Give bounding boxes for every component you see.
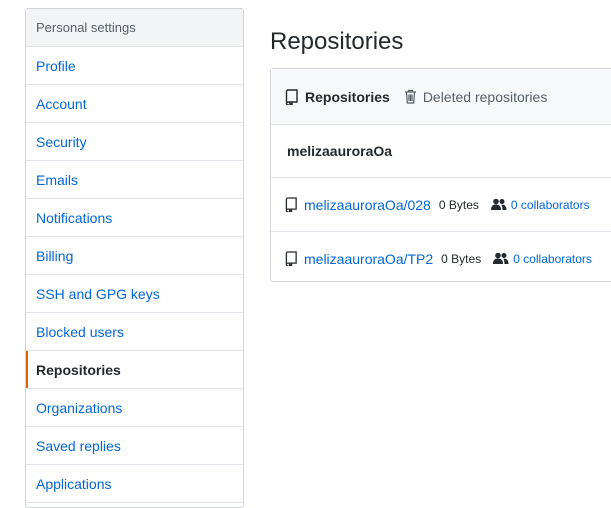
sidebar-item-saved-replies[interactable]: Saved replies [26,427,243,465]
tab-repositories-label: Repositories [305,88,390,105]
owner-name: melizaauroraOa [271,125,611,178]
sidebar-header: Personal settings [26,9,243,47]
sidebar-item-ssh-gpg-keys[interactable]: SSH and GPG keys [26,275,243,313]
tab-deleted-repositories-label: Deleted repositories [422,88,548,105]
tab-repositories[interactable]: Repositories [285,89,390,105]
repositories-tabs: Repositories Deleted repositories [271,69,611,125]
sidebar-item-notifications[interactable]: Notifications [26,199,243,237]
sidebar-item-emails[interactable]: Emails [26,161,243,199]
collaborators-count: 0 collaborators [513,251,592,266]
sidebar-item-account[interactable]: Account [26,85,243,123]
people-icon [493,252,509,264]
sidebar-item-organizations[interactable]: Organizations [26,389,243,427]
repo-row: melizaauroraOa/028 0 Bytes 0 collaborato… [271,178,611,232]
repo-icon [285,197,297,212]
tab-deleted-repositories[interactable]: Deleted repositories [404,88,548,105]
repo-row: melizaauroraOa/TP2 0 Bytes 0 collaborato… [271,232,611,285]
sidebar-item-security[interactable]: Security [26,123,243,161]
repositories-box: Repositories Deleted repositories meliza… [270,68,611,282]
repo-icon [285,88,298,105]
collaborators-link[interactable]: 0 collaborators [490,197,590,212]
repo-icon [285,251,297,266]
trash-icon [404,89,416,104]
repo-size: 0 Bytes [438,197,479,212]
settings-sidebar: Personal settings Profile Account Securi… [25,8,244,508]
people-icon [490,198,507,210]
sidebar-item-billing[interactable]: Billing [26,237,243,275]
sidebar-item-applications[interactable]: Applications [26,465,243,503]
repo-size: 0 Bytes [441,251,482,266]
repo-link[interactable]: melizaauroraOa/TP2 [304,251,433,267]
collaborators-link[interactable]: 0 collaborators [493,252,592,266]
collaborators-count: 0 collaborators [510,197,590,212]
page-title: Repositories [270,28,404,56]
repo-link[interactable]: melizaauroraOa/028 [304,197,431,213]
sidebar-item-profile[interactable]: Profile [26,47,243,85]
sidebar-item-blocked-users[interactable]: Blocked users [26,313,243,351]
sidebar-item-repositories[interactable]: Repositories [26,351,243,389]
